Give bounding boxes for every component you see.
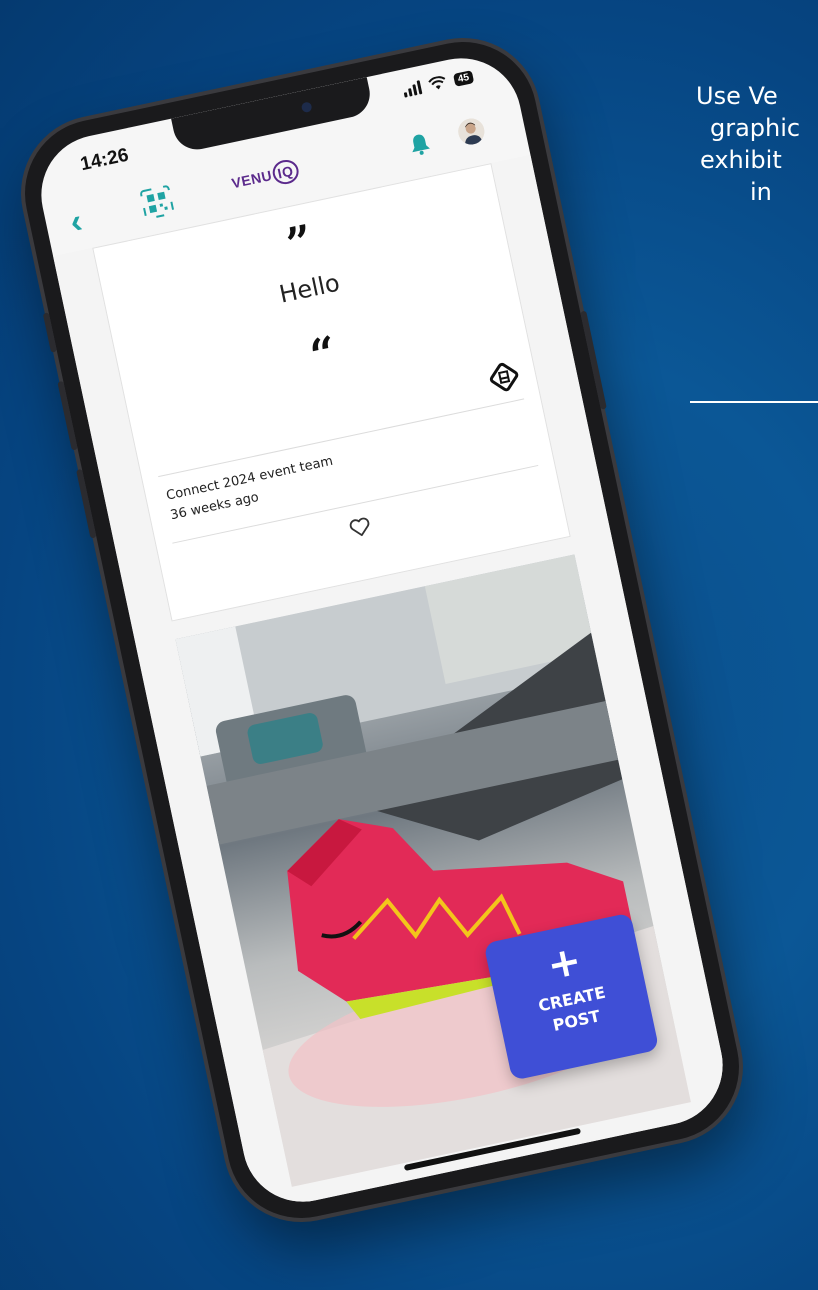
bookmark-icon[interactable] <box>486 359 522 395</box>
plus-icon: + <box>543 937 586 990</box>
promo-text: Use Ve graphic exhibit in <box>696 80 818 208</box>
divider <box>158 398 525 478</box>
create-post-label: CREATE POST <box>536 982 608 1035</box>
shoe-photo <box>175 554 691 1187</box>
battery-indicator: 45 <box>452 69 475 87</box>
phone-screen: 14:26 45 ‹ VENU IQ ” Hello “ Connect 202… <box>30 47 734 1213</box>
qr-code-icon[interactable] <box>137 182 177 222</box>
signal-icon <box>402 80 423 98</box>
promo-line: in <box>750 178 772 206</box>
status-time: 14:26 <box>78 144 131 176</box>
phone-mockup: 14:26 45 ‹ VENU IQ ” Hello “ Connect 202… <box>11 28 753 1232</box>
bell-icon[interactable] <box>408 132 432 158</box>
avatar[interactable] <box>455 116 487 147</box>
app-logo: VENU IQ <box>229 157 301 196</box>
chevron-left-icon[interactable]: ‹ <box>67 202 86 242</box>
status-icons: 45 <box>402 69 475 98</box>
promo-line: Use Ve <box>696 82 778 110</box>
promo-line: graphic <box>710 114 801 142</box>
heart-icon[interactable] <box>346 513 374 541</box>
logo-suffix: IQ <box>270 157 301 187</box>
post-photo[interactable] <box>175 554 691 1187</box>
promo-divider <box>690 401 818 403</box>
promo-line: exhibit <box>700 146 782 174</box>
post-card: ” Hello “ Connect 2024 event team 36 wee… <box>92 163 571 622</box>
logo-prefix: VENU <box>230 167 274 192</box>
front-camera <box>300 101 313 114</box>
wifi-icon <box>428 76 446 90</box>
